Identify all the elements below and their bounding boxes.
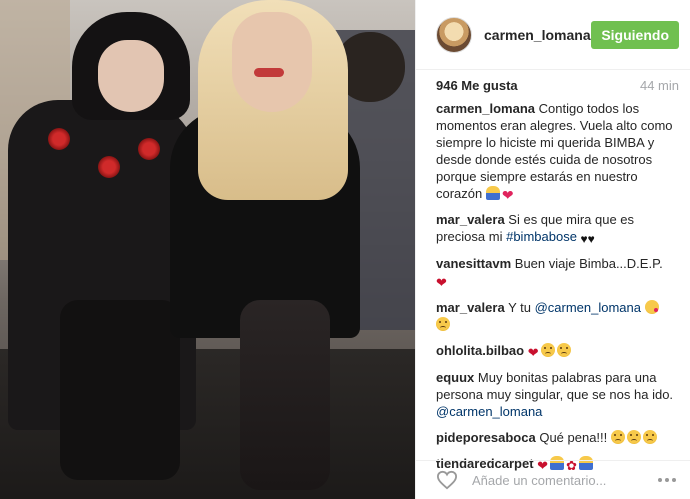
avatar[interactable] xyxy=(436,16,472,53)
rose-embroidery xyxy=(48,128,70,150)
post-photo[interactable] xyxy=(0,0,415,499)
comment-text: Buen viaje Bimba...D.E.P. xyxy=(514,256,663,271)
kiss-face-icon xyxy=(644,300,659,314)
comment-item: vanesittavm Buen viaje Bimba...D.E.P. ❤ xyxy=(436,255,679,290)
praying-hands-icon xyxy=(485,186,500,200)
comment-user[interactable]: mar_valera xyxy=(436,212,505,227)
woman-left-face xyxy=(98,40,164,112)
comment-item: carmen_lomana Contigo todos los momentos… xyxy=(436,100,679,202)
header-username[interactable]: carmen_lomana xyxy=(484,27,591,43)
post-time[interactable]: 44 min xyxy=(640,78,679,93)
comment-text: Y tu xyxy=(508,300,531,315)
rose-embroidery xyxy=(138,138,160,160)
comment-item: mar_valera Y tu @carmen_lomana xyxy=(436,299,679,333)
sad-face-icon xyxy=(556,343,571,357)
comment-text: Contigo todos los momentos eran alegres.… xyxy=(436,101,673,201)
woman-left-legs xyxy=(60,300,180,480)
heart-outline-icon[interactable] xyxy=(436,470,458,490)
comment-text: Qué pena!!! xyxy=(539,430,608,445)
comment-list: carmen_lomana Contigo todos los momentos… xyxy=(436,100,679,482)
post-header: carmen_lomana Siguiendo xyxy=(416,0,690,70)
comment-user[interactable]: ohlolita.bilbao xyxy=(436,343,524,358)
likes-row: 946 Me gusta 44 min xyxy=(436,70,679,100)
mention-link[interactable]: @carmen_lomana xyxy=(535,300,641,315)
black-heart-icon: ♥♥ xyxy=(580,232,595,246)
broken-heart-icon: ❤ xyxy=(527,345,539,360)
woman-right-legs xyxy=(240,300,330,490)
comment-user[interactable]: vanesittavm xyxy=(436,256,511,271)
comment-footer xyxy=(416,460,690,499)
woman-right-lips xyxy=(254,68,284,77)
sad-face-icon xyxy=(626,430,641,444)
red-heart-icon: ❤ xyxy=(501,187,514,203)
hashtag-link[interactable]: #bimbabose xyxy=(506,229,577,244)
comment-user[interactable]: pideporesaboca xyxy=(436,430,536,445)
broken-heart-icon: ❤ xyxy=(436,275,447,290)
sad-face-icon xyxy=(540,343,555,357)
comment-item: mar_valera Si es que mira que es precios… xyxy=(436,211,679,246)
comment-user[interactable]: mar_valera xyxy=(436,300,505,315)
following-button[interactable]: Siguiendo xyxy=(591,20,679,49)
rose-embroidery xyxy=(98,156,120,178)
comment-item: equux Muy bonitas palabras para una pers… xyxy=(436,369,679,420)
sad-face-icon xyxy=(610,430,625,444)
comment-user[interactable]: equux xyxy=(436,370,474,385)
sad-face-icon xyxy=(436,317,450,331)
sad-face-icon xyxy=(642,430,657,444)
post-sidebar: carmen_lomana Siguiendo 946 Me gusta 44 … xyxy=(415,0,690,499)
comment-item: ohlolita.bilbao ❤ xyxy=(436,342,679,360)
comment-item: pideporesaboca Qué pena!!! xyxy=(436,429,679,446)
comment-input[interactable] xyxy=(472,472,655,488)
woman-right-face xyxy=(232,12,312,112)
comment-user[interactable]: carmen_lomana xyxy=(436,101,535,116)
likes-count[interactable]: 946 Me gusta xyxy=(436,78,518,93)
mention-link[interactable]: @carmen_lomana xyxy=(436,404,542,419)
more-dots-icon[interactable] xyxy=(655,470,679,490)
